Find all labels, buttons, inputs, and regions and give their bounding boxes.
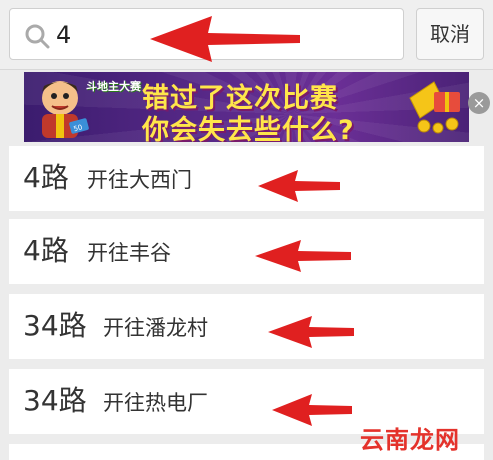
route-name: 34路 xyxy=(23,309,87,342)
ad-headline-2: 你会失去些什么? xyxy=(142,115,355,142)
gift-coins-icon xyxy=(409,81,460,134)
route-name: 4路 xyxy=(23,234,69,267)
route-destination: 开往潘龙村 xyxy=(103,316,208,340)
route-destination: 开往丰谷 xyxy=(87,241,171,265)
route-destination: 开往热电厂 xyxy=(103,391,208,415)
annotation-arrow-icon xyxy=(255,240,351,272)
route-result-item[interactable]: 4路 开往大西门 xyxy=(9,146,484,211)
search-icon xyxy=(25,24,50,49)
annotation-arrow-icon xyxy=(272,394,352,426)
cartoon-character-icon: 50 xyxy=(42,81,89,138)
annotation-arrow-icon xyxy=(268,316,354,348)
watermark: 云南龙网 xyxy=(360,425,460,454)
route-result-item[interactable]: 34路 开往潘龙村 xyxy=(9,294,484,359)
ad-logo: 斗地主大赛 xyxy=(86,80,141,93)
route-destination: 开往大西门 xyxy=(87,168,192,192)
ad-close-button[interactable]: × xyxy=(468,92,490,114)
route-result-item[interactable]: 4路 开往丰谷 xyxy=(9,219,484,284)
annotation-arrow-icon xyxy=(258,170,340,202)
annotation-arrow-icon xyxy=(150,16,300,62)
ad-banner[interactable]: 50 斗地主大赛 错过了这次比赛 你会失去些什么? xyxy=(24,72,469,142)
route-name: 34路 xyxy=(23,384,87,417)
search-input-value: 4 xyxy=(56,21,72,49)
route-name: 4路 xyxy=(23,161,69,194)
cancel-button[interactable]: 取消 xyxy=(416,8,484,60)
